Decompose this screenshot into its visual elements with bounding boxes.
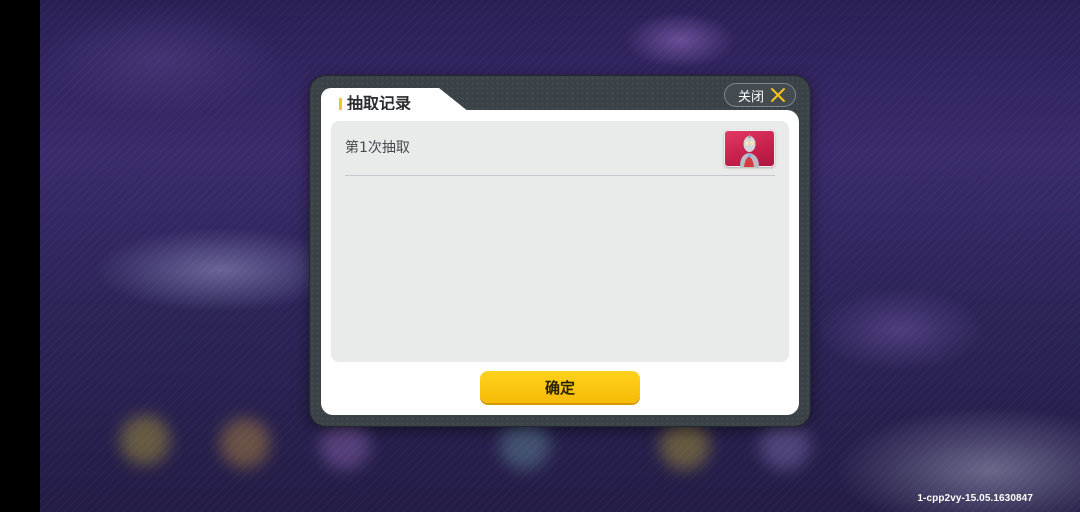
background-light xyxy=(660,420,710,470)
ultraman-figure-icon xyxy=(740,134,759,167)
close-x-icon xyxy=(771,88,785,102)
background-light xyxy=(500,420,550,470)
background-light xyxy=(220,418,270,468)
record-label: 第1次抽取 xyxy=(345,140,410,156)
list-item: 第1次抽取 xyxy=(345,121,775,176)
background-light xyxy=(320,420,370,470)
background-light xyxy=(120,415,170,465)
version-label: 1-cpp2vy-15.05.1630847 xyxy=(917,493,1033,504)
close-button-label: 关闭 xyxy=(738,89,765,105)
background-light xyxy=(760,420,810,470)
dialog-content-panel: 第1次抽取 确定 xyxy=(321,110,799,415)
draw-record-dialog: 抽取记录 关闭 第1次抽取 确定 xyxy=(310,76,810,426)
confirm-button[interactable]: 确定 xyxy=(480,371,640,403)
record-list[interactable]: 第1次抽取 xyxy=(331,121,789,362)
reward-item[interactable] xyxy=(724,130,775,167)
close-button[interactable]: 关闭 xyxy=(724,83,796,107)
